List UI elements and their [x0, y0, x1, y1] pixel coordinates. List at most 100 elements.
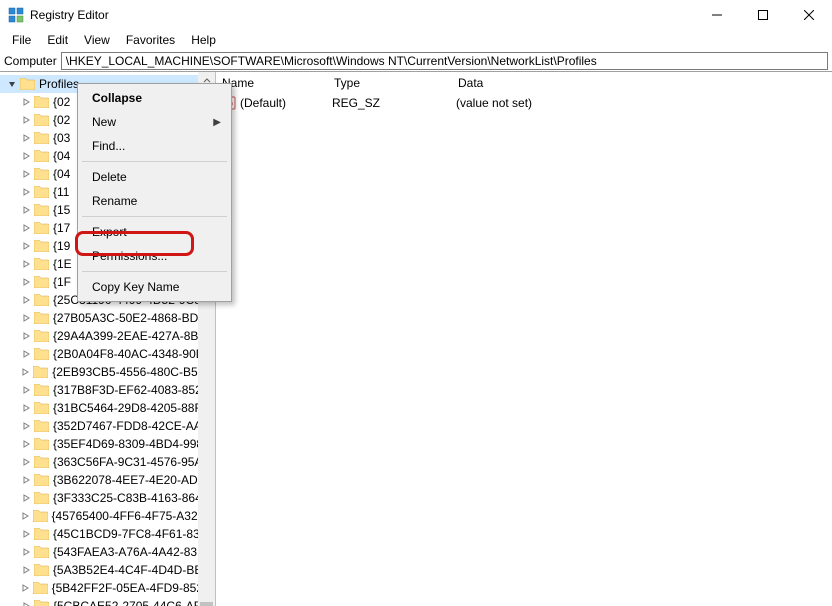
minimize-button[interactable]	[694, 0, 740, 30]
expander-closed-icon[interactable]	[20, 600, 32, 606]
expander-closed-icon[interactable]	[20, 222, 32, 234]
tree-node-label: {02	[53, 113, 70, 127]
expander-closed-icon[interactable]	[20, 312, 32, 324]
expander-closed-icon[interactable]	[20, 150, 32, 162]
expander-closed-icon[interactable]	[20, 294, 32, 306]
expander-closed-icon[interactable]	[20, 240, 32, 252]
tree-node-label: {5A3B52E4-4C4F-4D4D-BED(	[53, 563, 215, 577]
menu-favorites[interactable]: Favorites	[118, 31, 183, 49]
tree-node-label: {31BC5464-29D8-4205-88FD-	[53, 401, 214, 415]
folder-icon	[34, 474, 49, 486]
expander-closed-icon[interactable]	[20, 96, 32, 108]
expander-closed-icon[interactable]	[20, 384, 32, 396]
tree-node-label: {35EF4D69-8309-4BD4-9984-	[53, 437, 214, 451]
tree-node[interactable]: {317B8F3D-EF62-4083-852B-	[0, 381, 215, 399]
chevron-right-icon: ▶	[213, 117, 221, 128]
expander-closed-icon[interactable]	[20, 186, 32, 198]
tree-node[interactable]: {3F333C25-C83B-4163-864E-	[0, 489, 215, 507]
folder-icon	[34, 438, 49, 450]
column-name[interactable]: Name	[216, 72, 328, 94]
folder-icon	[34, 600, 49, 606]
window-title: Registry Editor	[30, 8, 109, 22]
folder-icon	[34, 222, 49, 234]
expander-closed-icon[interactable]	[20, 456, 32, 468]
tree-node[interactable]: {5B42FF2F-05EA-4FD9-852A-	[0, 579, 215, 597]
tree-node[interactable]: {2B0A04F8-40AC-4348-90D9	[0, 345, 215, 363]
ctx-find[interactable]: Find...	[80, 134, 229, 158]
ctx-export[interactable]: Export	[80, 220, 229, 244]
tree-node[interactable]: {2EB93CB5-4556-480C-B524-	[0, 363, 215, 381]
folder-icon	[34, 132, 49, 144]
folder-icon	[34, 186, 49, 198]
expander-closed-icon[interactable]	[20, 492, 32, 504]
ctx-copy-key-name[interactable]: Copy Key Name	[80, 275, 229, 299]
expander-closed-icon[interactable]	[19, 510, 30, 522]
folder-icon	[34, 96, 49, 108]
expander-closed-icon[interactable]	[20, 564, 32, 576]
tree-node-label: {352D7467-FDD8-42CE-AADI	[53, 419, 214, 433]
expander-closed-icon[interactable]	[20, 438, 32, 450]
tree-node[interactable]: {31BC5464-29D8-4205-88FD-	[0, 399, 215, 417]
folder-icon	[34, 528, 49, 540]
expander-closed-icon[interactable]	[20, 258, 32, 270]
expander-closed-icon[interactable]	[20, 366, 32, 378]
folder-icon	[34, 204, 49, 216]
folder-icon	[34, 546, 49, 558]
tree-node[interactable]: {5A3B52E4-4C4F-4D4D-BED(	[0, 561, 215, 579]
list-pane: Name Type Data ab (Default) REG_SZ (valu…	[216, 72, 832, 606]
titlebar: Registry Editor	[0, 0, 832, 30]
expander-closed-icon[interactable]	[20, 474, 32, 486]
tree-node-label: {11	[53, 185, 69, 199]
expander-closed-icon[interactable]	[20, 402, 32, 414]
menu-edit[interactable]: Edit	[39, 31, 76, 49]
ctx-new[interactable]: New ▶	[80, 110, 229, 134]
ctx-rename[interactable]: Rename	[80, 189, 229, 213]
expander-closed-icon[interactable]	[20, 168, 32, 180]
folder-icon	[34, 492, 49, 504]
ctx-delete[interactable]: Delete	[80, 165, 229, 189]
tree-node[interactable]: {3B622078-4EE7-4E20-AD62-	[0, 471, 215, 489]
tree-node[interactable]: {45C1BCD9-7FC8-4F61-83F4	[0, 525, 215, 543]
maximize-button[interactable]	[740, 0, 786, 30]
expander-open-icon[interactable]	[6, 78, 18, 90]
expander-closed-icon[interactable]	[20, 528, 32, 540]
tree-node[interactable]: {363C56FA-9C31-4576-95A7-	[0, 453, 215, 471]
folder-icon	[34, 456, 49, 468]
expander-closed-icon[interactable]	[20, 330, 32, 342]
tree-node-label: {2EB93CB5-4556-480C-B524-	[52, 365, 215, 379]
tree-node[interactable]: {352D7467-FDD8-42CE-AADI	[0, 417, 215, 435]
tree-node[interactable]: {27B05A3C-50E2-4868-BDED	[0, 309, 215, 327]
expander-closed-icon[interactable]	[20, 420, 32, 432]
folder-icon	[34, 348, 49, 360]
expander-closed-icon[interactable]	[20, 546, 32, 558]
tree-node[interactable]: {45765400-4FF6-4F75-A320-8	[0, 507, 215, 525]
tree-node-label: {45765400-4FF6-4F75-A320-8	[52, 509, 215, 523]
expander-closed-icon[interactable]	[20, 132, 32, 144]
menu-view[interactable]: View	[76, 31, 118, 49]
folder-icon	[34, 276, 49, 288]
column-data[interactable]: Data	[452, 72, 832, 94]
menu-file[interactable]: File	[4, 31, 39, 49]
list-row[interactable]: ab (Default) REG_SZ (value not set)	[216, 94, 832, 112]
tree-node-label: {5B42FF2F-05EA-4FD9-852A-	[52, 581, 215, 595]
tree-node[interactable]: {543FAEA3-A76A-4A42-83E0	[0, 543, 215, 561]
tree-node-label: {1E	[53, 257, 72, 271]
regedit-icon	[8, 7, 24, 23]
ctx-collapse[interactable]: Collapse	[80, 86, 229, 110]
expander-closed-icon[interactable]	[20, 204, 32, 216]
menu-help[interactable]: Help	[183, 31, 224, 49]
column-type[interactable]: Type	[328, 72, 452, 94]
expander-closed-icon[interactable]	[19, 582, 30, 594]
tree-node-label: {2B0A04F8-40AC-4348-90D9	[53, 347, 211, 361]
ctx-permissions[interactable]: Permissions...	[80, 244, 229, 268]
tree-node[interactable]: {35EF4D69-8309-4BD4-9984-	[0, 435, 215, 453]
expander-closed-icon[interactable]	[20, 276, 32, 288]
scroll-thumb[interactable]	[200, 602, 213, 606]
tree-node[interactable]: {29A4A399-2EAE-427A-8B67	[0, 327, 215, 345]
ctx-separator	[82, 216, 227, 217]
close-button[interactable]	[786, 0, 832, 30]
expander-closed-icon[interactable]	[20, 114, 32, 126]
expander-closed-icon[interactable]	[20, 348, 32, 360]
tree-node[interactable]: {5CBCAE52-2705-44C6-AF28	[0, 597, 215, 606]
address-path-input[interactable]: \HKEY_LOCAL_MACHINE\SOFTWARE\Microsoft\W…	[61, 52, 828, 70]
